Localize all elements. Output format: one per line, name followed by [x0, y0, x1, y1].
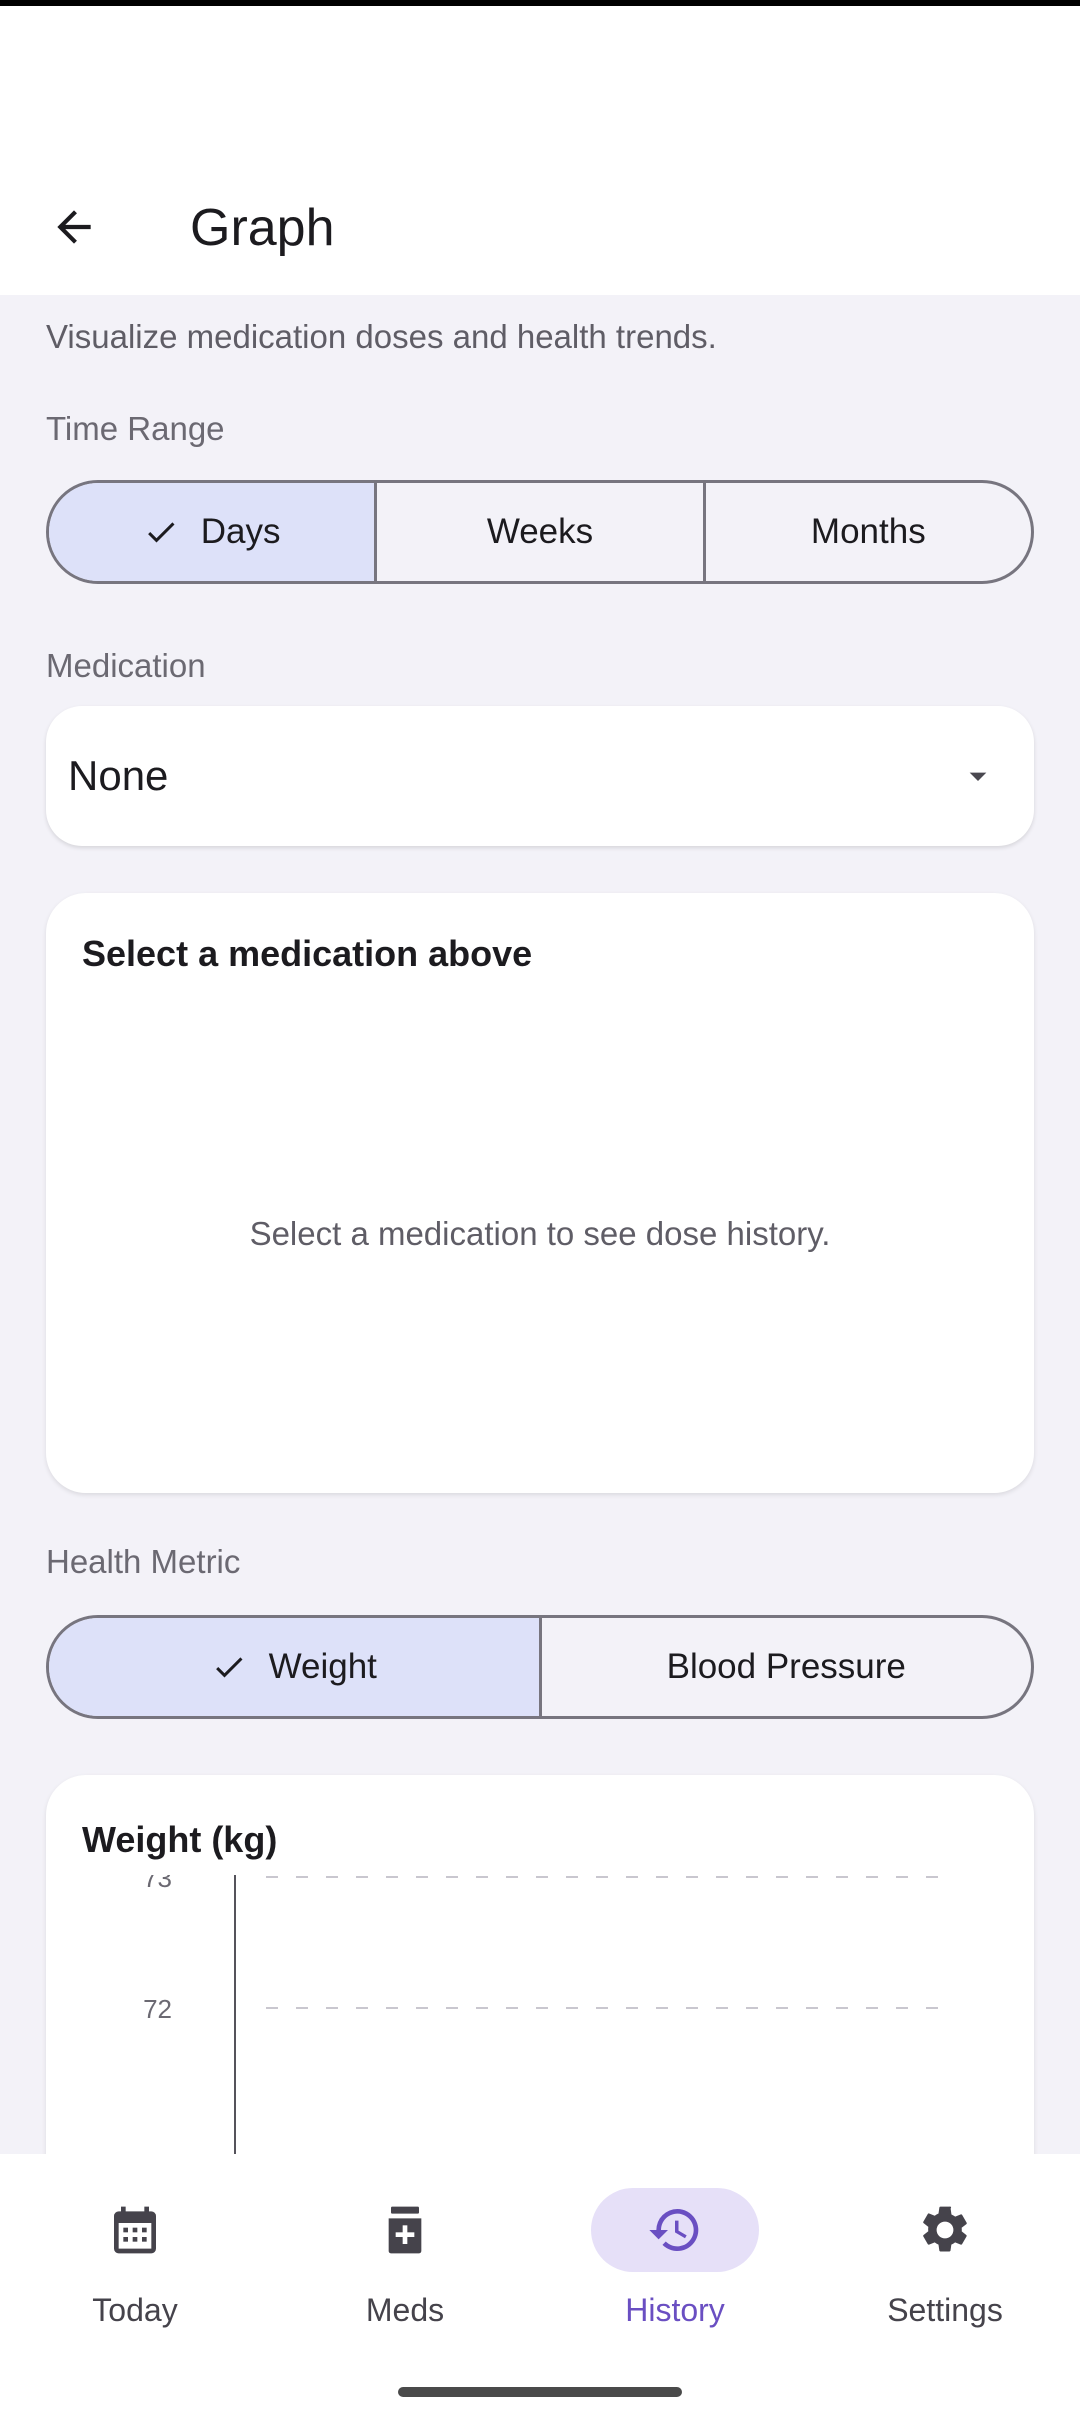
nav-meds[interactable]: Meds — [270, 2188, 540, 2358]
medication-icon — [388, 2206, 422, 2254]
page-title: Graph — [190, 199, 335, 257]
nav-settings[interactable]: Settings — [810, 2188, 1080, 2358]
nav-history-label: History — [625, 2292, 725, 2328]
nav-today[interactable]: Today — [0, 2188, 270, 2358]
bottom-navigation: Today Meds History Settings — [0, 2154, 1080, 2424]
health-metric-segmented-control: Weight Blood Pressure — [46, 1615, 1034, 1719]
nav-history-pill — [591, 2188, 759, 2272]
dose-card-title: Select a medication above — [82, 933, 533, 974]
nav-settings-label: Settings — [887, 2292, 1003, 2328]
nav-meds-label: Meds — [365, 2292, 445, 2328]
check-icon — [215, 1657, 243, 1678]
page-subtitle: Visualize medication doses and health tr… — [46, 318, 717, 355]
health-metric-label: Health Metric — [46, 1543, 241, 1580]
arrow-back-icon — [57, 210, 91, 244]
nav-meds-pill — [321, 2188, 489, 2272]
history-icon — [649, 2209, 699, 2251]
time-range-months[interactable]: Months — [706, 483, 1031, 581]
nav-today-pill — [51, 2188, 219, 2272]
nav-history[interactable]: History — [540, 2188, 810, 2358]
time-range-weeks-label: Weeks — [486, 512, 594, 551]
health-metric-weight[interactable]: Weight — [49, 1618, 542, 1716]
gesture-navigation-bar — [398, 2387, 682, 2397]
weight-chart-title: Weight (kg) — [82, 1819, 278, 1860]
nav-settings-pill — [861, 2188, 1029, 2272]
medication-dropdown[interactable]: None — [46, 706, 1034, 846]
time-range-months-label: Months — [810, 512, 926, 551]
y-tick-label: 72 — [143, 1994, 172, 2024]
back-button[interactable] — [38, 191, 110, 263]
top-app-bar: Graph — [0, 6, 1080, 295]
medication-selected-value: None — [68, 752, 169, 799]
time-range-segmented-control: Days Weeks Months — [46, 480, 1034, 584]
dose-history-card: Select a medication above Select a medic… — [46, 893, 1034, 1493]
time-range-weeks[interactable]: Weeks — [377, 483, 706, 581]
gear-icon — [923, 2206, 967, 2252]
time-range-label: Time Range — [46, 410, 225, 447]
calendar-icon — [114, 2206, 156, 2254]
nav-today-label: Today — [92, 2292, 178, 2328]
health-metric-blood-pressure[interactable]: Blood Pressure — [542, 1618, 1032, 1716]
health-metric-bp-label: Blood Pressure — [666, 1647, 906, 1686]
time-range-days-label: Days — [200, 512, 281, 551]
health-metric-weight-label: Weight — [268, 1647, 377, 1686]
check-icon — [147, 522, 175, 543]
medication-label: Medication — [46, 647, 206, 684]
time-range-days[interactable]: Days — [49, 483, 378, 581]
dropdown-arrow-icon — [969, 772, 987, 781]
y-tick-label: 73 — [143, 1875, 172, 1893]
dose-empty-message: Select a medication to see dose history. — [249, 1215, 831, 1252]
